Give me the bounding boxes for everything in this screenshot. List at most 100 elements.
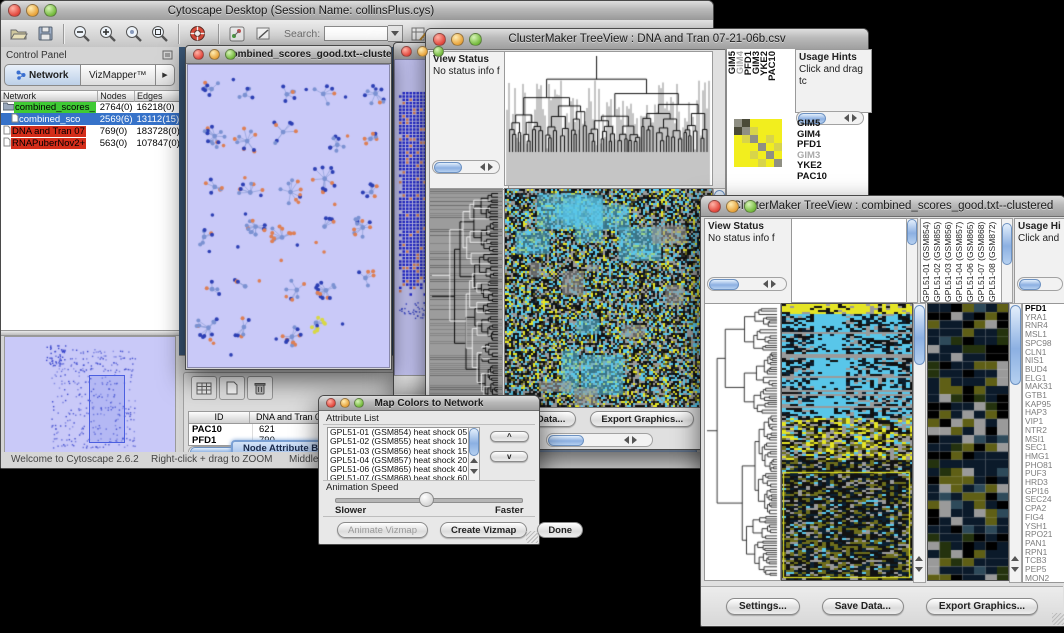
close-button[interactable] [326, 398, 336, 408]
column-label[interactable]: GPL51-08 (GSM872) [987, 219, 998, 302]
resize-grip[interactable] [526, 531, 538, 543]
column-label[interactable]: GPL51-03 (GSM856) [943, 219, 954, 302]
scroll-up-arrow[interactable] [915, 556, 923, 561]
create-vizmap-button[interactable]: Create Vizmap [440, 522, 527, 538]
scrollbar-thumb[interactable] [914, 305, 925, 365]
treeview2-heatmap-vscrollbar[interactable] [913, 303, 926, 583]
view-status-hscrollbar[interactable] [432, 160, 500, 174]
scrollbar-thumb[interactable] [1019, 279, 1041, 290]
scrollbar-thumb[interactable] [548, 435, 584, 446]
scrollbar-thumb[interactable] [1010, 305, 1021, 385]
treeview2-collabels-vscrollbar[interactable] [1001, 218, 1013, 303]
open-file-icon[interactable] [9, 24, 29, 44]
network-table-header[interactable]: Network Nodes Edges [1, 91, 182, 102]
zoom-button[interactable] [225, 49, 236, 60]
dialog-titlebar[interactable]: Map Colors to Network [319, 396, 539, 411]
overview-viewport-rect[interactable] [89, 375, 125, 443]
treeview1-titlebar[interactable]: ClusterMaker TreeView : DNA and Tran 07-… [426, 29, 868, 50]
scroll-down-arrow[interactable] [915, 567, 923, 572]
attribute-table-icon[interactable] [191, 376, 217, 400]
column-label[interactable]: GPL51-07 (GSM868) [976, 219, 987, 302]
minimize-button[interactable] [26, 4, 39, 17]
column-label[interactable]: GPL51-01 (GSM854) [921, 219, 932, 302]
row-label[interactable]: YKE2 [797, 161, 827, 172]
zoom-button[interactable] [469, 33, 482, 46]
treeview2-heatmap[interactable] [781, 303, 913, 581]
minimize-button[interactable] [726, 200, 739, 213]
row-label[interactable]: PFD1 [797, 140, 827, 151]
network-row[interactable]: combined_scores_ 2764(0) 16218(0) [1, 102, 182, 114]
speed-slider-thumb[interactable] [419, 492, 434, 507]
zoom-button[interactable] [354, 398, 364, 408]
minimize-button[interactable] [417, 46, 428, 57]
treeview2-column-dendrogram-area[interactable] [791, 218, 908, 303]
search-dropdown-arrow[interactable] [388, 25, 403, 42]
treeview2-coldendro-vscrollbar[interactable] [906, 218, 918, 303]
scroll-down-arrow[interactable] [470, 469, 478, 474]
treeview1-heatmap[interactable] [504, 188, 713, 408]
scroll-right-arrow[interactable] [488, 163, 493, 171]
treeview1-bottom-hscrollbar[interactable] [546, 433, 653, 447]
resize-grip[interactable] [1052, 613, 1064, 625]
scroll-right-arrow[interactable] [852, 114, 857, 122]
done-button[interactable]: Done [537, 522, 583, 538]
network-row[interactable]: RNAPuberNov2+ 563(0) 107847(0) [1, 137, 182, 149]
treeview1-column-dendrogram[interactable] [504, 51, 713, 186]
treeview1-row-dendrogram[interactable] [429, 188, 503, 408]
treeview2-row-dendrogram[interactable] [704, 303, 781, 581]
scrollbar-thumb[interactable] [1002, 223, 1012, 265]
zoom-in-icon[interactable] [98, 24, 118, 44]
treeview-button[interactable]: Export Graphics... [590, 411, 694, 427]
scroll-up-arrow[interactable] [470, 458, 478, 463]
gene-label[interactable]: MON2 [1025, 574, 1064, 583]
treeview2-zoom-vscrollbar[interactable] [1009, 303, 1022, 583]
row-label[interactable]: GIM5 [797, 119, 827, 130]
usage-hscrollbar[interactable] [1017, 277, 1063, 291]
column-label[interactable]: PAC10 [769, 51, 777, 81]
close-button[interactable] [193, 49, 204, 60]
row-label[interactable]: PAC10 [797, 172, 827, 183]
close-button[interactable] [708, 200, 721, 213]
scroll-left-arrow[interactable] [480, 163, 485, 171]
scrollbar-thumb[interactable] [469, 428, 479, 456]
zoom-button[interactable] [744, 200, 757, 213]
move-down-button[interactable]: v [490, 451, 528, 462]
column-label[interactable]: GPL51-04 (GSM857) [954, 219, 965, 302]
treeview2-titlebar[interactable]: ClusterMaker TreeView : combined_scores_… [701, 196, 1064, 217]
search-input[interactable] [324, 26, 388, 41]
scrollbar-thumb[interactable] [434, 162, 462, 173]
scroll-down-arrow[interactable] [1011, 567, 1019, 572]
minimize-button[interactable] [209, 49, 220, 60]
network-graph-canvas[interactable] [187, 64, 390, 368]
network-row-selected[interactable]: combined_sco 2569(6) 13112(15) [1, 113, 182, 125]
scroll-right-arrow[interactable] [771, 280, 776, 288]
attribute-list-vscrollbar[interactable] [468, 427, 480, 481]
scroll-left-arrow[interactable] [763, 280, 768, 288]
close-button[interactable] [8, 4, 21, 17]
tab-network[interactable]: Network [4, 64, 81, 86]
save-icon[interactable] [35, 24, 55, 44]
delete-attribute-trash-icon[interactable] [247, 376, 273, 400]
close-button[interactable] [433, 33, 446, 46]
scroll-left-arrow[interactable] [844, 114, 849, 122]
close-button[interactable] [401, 46, 412, 57]
main-titlebar[interactable]: Cytoscape Desktop (Session Name: collins… [1, 1, 713, 21]
treeview-button[interactable]: Export Graphics... [926, 598, 1038, 615]
network-row[interactable]: DNA and Tran 07 769(0) 183728(0) [1, 125, 182, 137]
column-label[interactable]: GPL51-06 (GSM865) [965, 219, 976, 302]
treeview2-zoom-heatmap[interactable] [927, 303, 1009, 581]
treeview1-similarity-matrix[interactable] [734, 119, 782, 167]
minimize-button[interactable] [340, 398, 350, 408]
view-status-hscrollbar[interactable] [707, 277, 787, 291]
scrollbar-thumb[interactable] [709, 279, 739, 290]
scroll-left-arrow[interactable] [624, 436, 629, 444]
treeview-button[interactable]: Settings... [726, 598, 800, 615]
animate-vizmap-button[interactable]: Animate Vizmap [337, 522, 428, 538]
scrollbar-thumb[interactable] [907, 219, 917, 245]
column-label[interactable]: GPL51-02 (GSM855) [932, 219, 943, 302]
scroll-right-arrow[interactable] [632, 436, 637, 444]
zoom-fit-icon[interactable] [150, 24, 170, 44]
help-lifering-icon[interactable] [187, 24, 207, 44]
treeview-button[interactable]: Save Data... [822, 598, 904, 615]
zoom-button[interactable] [44, 4, 57, 17]
